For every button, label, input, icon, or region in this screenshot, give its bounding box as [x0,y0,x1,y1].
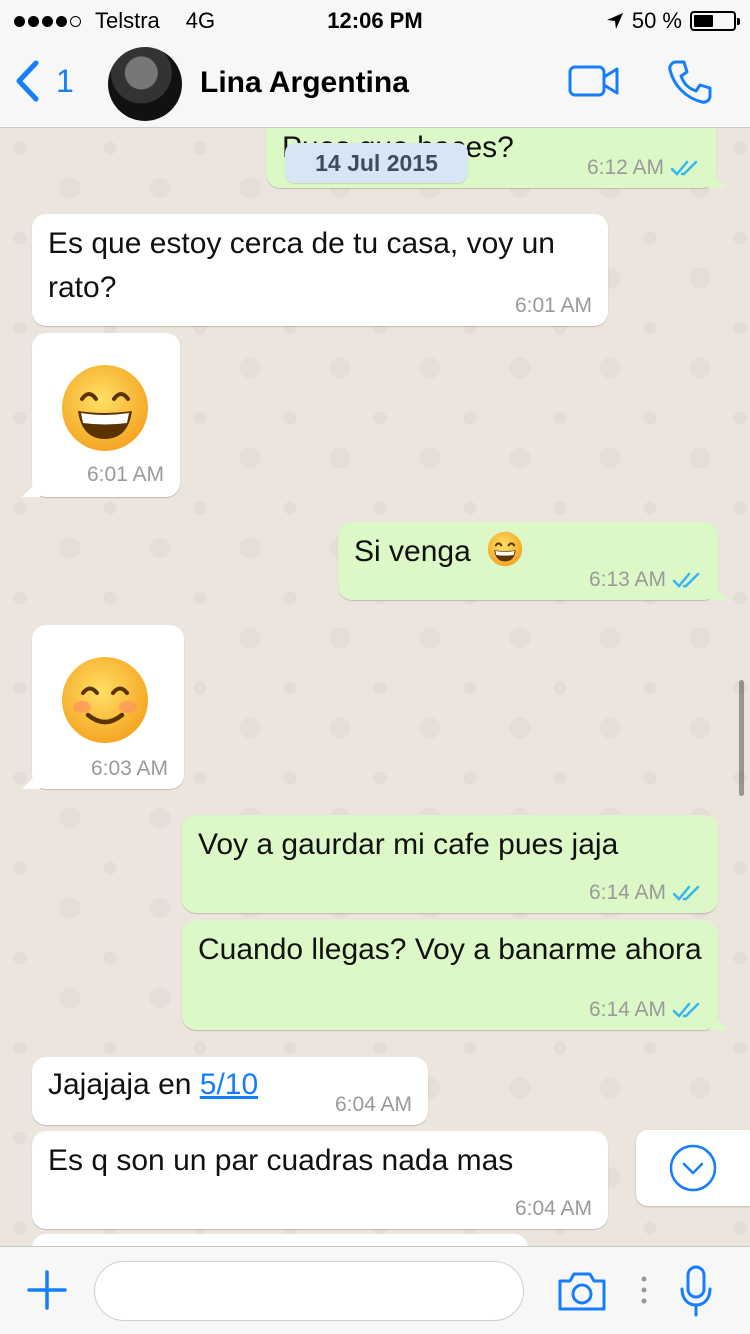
chat-header: 1 Lina Argentina [0,40,750,128]
phone-call-icon[interactable] [666,58,714,106]
double-check-read-icon [672,885,700,901]
message-input-bar [0,1246,750,1334]
message-bubble-outgoing[interactable]: Si venga 6:13 AM [338,522,728,600]
message-bubble-incoming[interactable]: 6:03 AM [22,625,184,789]
message-text: Cuando llegas? Voy a banarme ahora [198,933,702,966]
double-check-read-icon [672,1002,700,1018]
message-time: 6:14 AM [588,881,666,904]
double-check-read-icon [670,160,698,176]
message-time: 6:12 AM [586,156,664,179]
message-meta: 6:04 AM [335,1093,412,1117]
message-time: 6:03 AM [90,757,168,780]
location-arrow-icon [606,13,623,29]
message-meta: 6:01 AM [87,463,164,487]
message-meta: 6:12 AM [587,156,700,180]
message-meta: 6:03 AM [91,757,168,781]
message-link[interactable]: 5/10 [200,1068,258,1101]
message-text-content: Si venga [354,535,471,568]
date-separator: 14 Jul 2015 [285,143,468,183]
message-text-content: Jajajaja en [48,1068,200,1101]
grinning-face-emoji-icon [62,365,148,451]
smiling-face-emoji-icon [62,657,148,743]
scroll-to-bottom-button[interactable] [636,1130,750,1206]
message-text: Es que estoy cerca de tu casa, voy un ra… [48,227,555,304]
message-bubble-incoming[interactable]: 6:01 AM [22,333,180,497]
message-meta: 6:14 AM [589,998,702,1022]
message-time: 6:01 AM [86,463,164,486]
message-time: 6:04 AM [334,1093,412,1116]
message-text: Voy a gaurdar mi cafe pues jaja [198,828,619,861]
battery-icon [690,11,740,31]
video-call-icon[interactable] [568,64,620,98]
message-time: 6:13 AM [588,568,666,591]
message-bubble-incoming[interactable]: Jajajaja en 5/10 6:04 AM [32,1057,428,1125]
battery-percent: 50 % [631,8,682,33]
message-bubble-outgoing[interactable]: Cuando llegas? Voy a banarme ahora 6:14 … [182,920,728,1030]
microphone-icon[interactable] [678,1265,714,1317]
back-button[interactable]: 1 [14,60,74,102]
chevron-down-circle-icon [669,1144,717,1192]
message-time: 6:04 AM [514,1197,592,1220]
message-bubble-incoming[interactable]: Es que estoy cerca de tu casa, voy un ra… [32,214,608,326]
status-bar: Telstra 4G 12:06 PM 50 % [0,0,750,40]
attach-plus-icon[interactable] [26,1269,68,1311]
message-bubble-outgoing[interactable]: Voy a gaurdar mi cafe pues jaja 6:14 AM [182,815,718,913]
message-meta: 6:04 AM [515,1197,592,1221]
double-check-read-icon [672,572,700,588]
camera-icon[interactable] [556,1269,608,1313]
message-input[interactable] [94,1261,524,1321]
scroll-indicator[interactable] [739,680,744,796]
unread-count: 1 [56,62,74,99]
message-text: Es q son un par cuadras nada mas [48,1144,514,1177]
grinning-face-emoji-icon [487,531,523,567]
contact-avatar[interactable] [108,47,182,121]
message-time: 6:14 AM [588,998,666,1021]
chevron-left-icon [16,60,39,102]
message-meta: 6:01 AM [515,294,592,318]
message-time: 6:01 AM [514,294,592,317]
contact-name[interactable]: Lina Argentina [200,66,409,100]
divider-dots-icon [641,1276,647,1304]
status-right: 50 % [606,8,740,34]
message-meta: 6:14 AM [589,881,702,905]
message-meta: 6:13 AM [589,568,702,592]
message-bubble-incoming[interactable]: Es q son un par cuadras nada mas 6:04 AM [32,1131,608,1229]
